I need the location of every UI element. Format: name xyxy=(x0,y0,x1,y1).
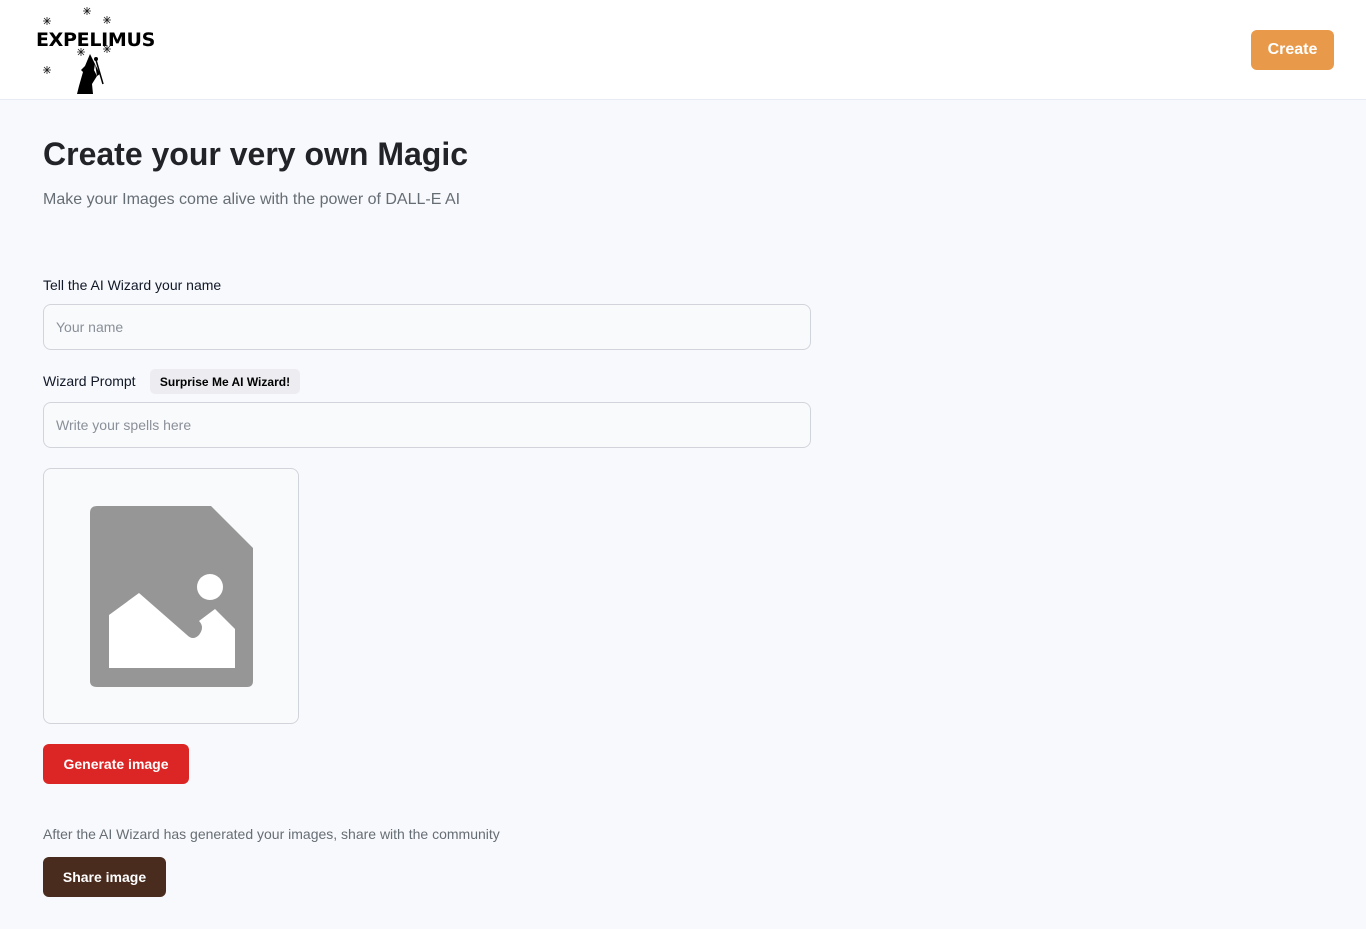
name-input[interactable] xyxy=(43,304,811,350)
prompt-input[interactable] xyxy=(43,402,811,448)
surprise-me-button[interactable]: Surprise Me AI Wizard! xyxy=(150,369,300,394)
name-label: Tell the AI Wizard your name xyxy=(43,277,222,293)
prompt-label: Wizard Prompt xyxy=(43,373,136,389)
logo[interactable]: EXPELIMUS xyxy=(33,4,155,96)
create-button[interactable]: Create xyxy=(1251,30,1334,70)
page-title: Create your very own Magic xyxy=(43,136,469,172)
logo-text: EXPELIMUS xyxy=(36,29,156,51)
image-placeholder-icon xyxy=(90,506,253,687)
image-preview xyxy=(43,468,299,724)
share-image-button[interactable]: Share image xyxy=(43,857,166,897)
page-subtitle: Make your Images come alive with the pow… xyxy=(43,191,461,208)
generate-image-button[interactable]: Generate image xyxy=(43,744,189,784)
share-note: After the AI Wizard has generated your i… xyxy=(43,826,500,842)
top-nav: EXPELIMUS Create xyxy=(0,0,1366,100)
